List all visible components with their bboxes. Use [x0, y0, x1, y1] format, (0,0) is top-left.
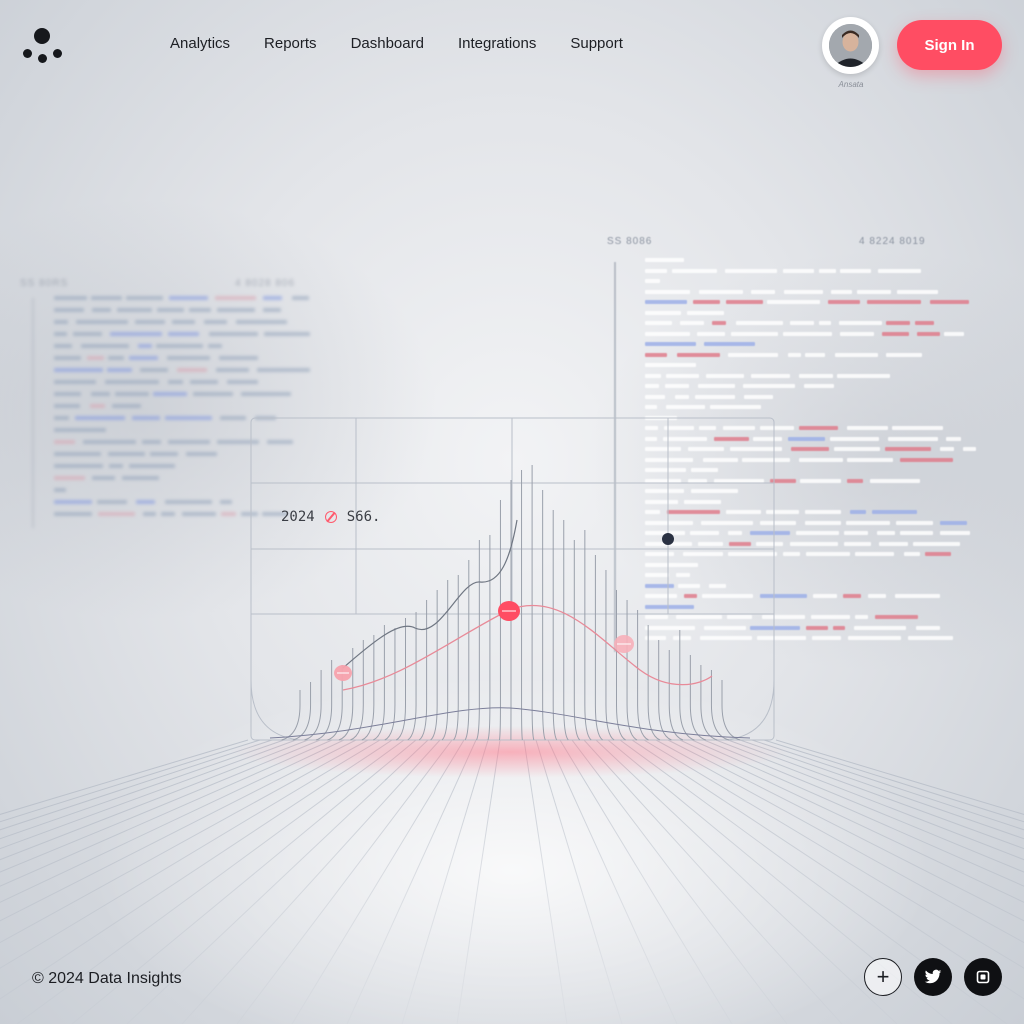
spike-line [710, 670, 729, 741]
spike-line [552, 510, 558, 741]
spike-line [542, 490, 546, 741]
spike-line [616, 590, 626, 741]
floor-grid-line [535, 739, 623, 1024]
floor-grid-line [595, 739, 898, 1024]
spike-line [563, 520, 569, 741]
chart-label-value: S66. [346, 509, 381, 525]
floor-grid-line [236, 739, 453, 1024]
marker-dark [662, 533, 674, 545]
no-entry-icon [324, 511, 337, 523]
spike-line [700, 665, 718, 741]
square-icon [976, 970, 990, 984]
spike-line [573, 540, 581, 741]
floor-grid-line [346, 739, 477, 1024]
trend-curve [342, 604, 713, 691]
twitter-button[interactable] [914, 958, 952, 996]
floor-grid-line [401, 739, 489, 1024]
floor-grid-line [559, 739, 733, 1024]
spike-line [521, 470, 523, 741]
data-markers [334, 533, 674, 681]
chart-label-year: 2024 [281, 509, 315, 525]
spike-line [476, 540, 480, 741]
floor-grid-line [523, 739, 568, 1024]
floor-grid-line [291, 739, 465, 1024]
spike-line [668, 650, 684, 741]
spike-line [689, 655, 707, 741]
chart-label: 2024 S66. [281, 509, 380, 525]
floor-grid-line [583, 739, 843, 1024]
spike-line [407, 612, 417, 741]
chart-frame [250, 417, 775, 741]
floor-grid-line [571, 739, 788, 1024]
spike-line [304, 670, 322, 741]
spike-line [531, 465, 535, 741]
spike-line [584, 530, 592, 741]
wave-chart-visual [0, 417, 1024, 1024]
spike-line [721, 680, 741, 741]
spike-line [418, 600, 428, 741]
square-button[interactable] [964, 958, 1002, 996]
plus-button[interactable]: + [864, 958, 902, 996]
floor-grid-line [547, 739, 678, 1024]
spike-line [430, 590, 438, 741]
floor-grid-line [456, 739, 501, 1024]
spike-line [441, 580, 449, 741]
spike-line [605, 570, 615, 741]
spike-line [487, 535, 491, 741]
copyright-text: © 2024 Data Insights [32, 970, 182, 987]
spike-line [292, 682, 312, 741]
envelope-curve [342, 519, 518, 669]
spike-line [594, 555, 603, 741]
spike-line [626, 600, 638, 741]
plus-icon: + [876, 964, 890, 989]
twitter-icon [924, 969, 942, 984]
spike-line [281, 690, 301, 741]
spike-line [315, 660, 333, 741]
floor-grid-line [181, 739, 441, 1024]
spike-line [498, 500, 501, 741]
